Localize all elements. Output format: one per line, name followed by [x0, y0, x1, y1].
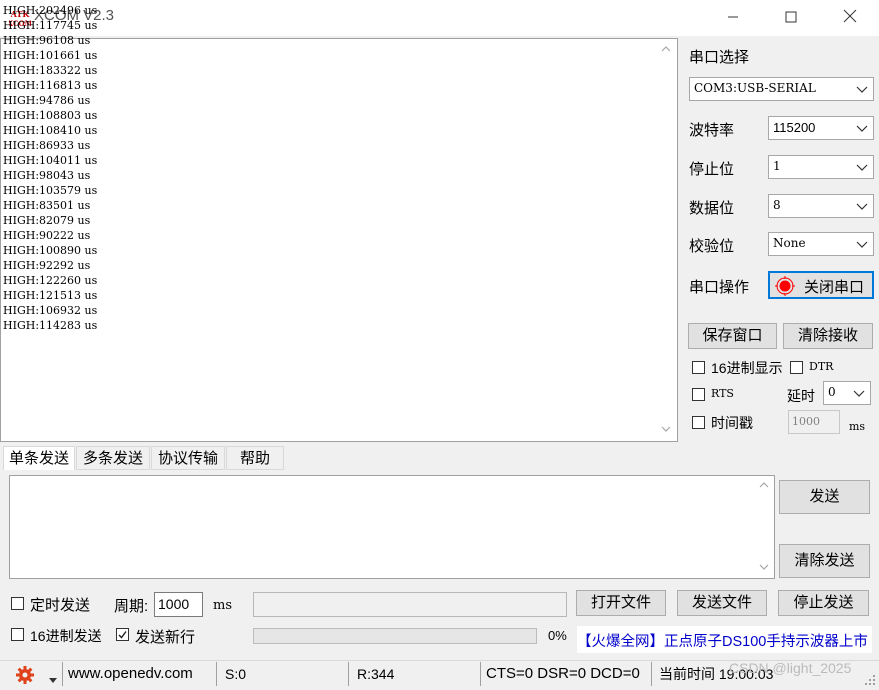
send-textarea[interactable] [9, 475, 775, 579]
maximize-icon[interactable] [769, 4, 813, 32]
stopbits-value: 1 [773, 159, 781, 173]
chevron-down-icon [856, 125, 868, 132]
scroll-down-icon [759, 564, 769, 570]
period-value: 1000 [158, 596, 190, 612]
check-icon [118, 631, 127, 639]
hex-send-label: 16进制发送 [30, 628, 102, 644]
baud-value: 115200 [773, 120, 816, 135]
send-file-button[interactable]: 发送文件 [677, 590, 767, 616]
receive-text: HIGH:202496 us HIGH:117745 us HIGH:96108… [3, 4, 98, 332]
chevron-down-icon [856, 203, 868, 210]
databits-value: 8 [773, 198, 781, 212]
status-separator [216, 662, 217, 686]
tab-help[interactable]: 帮助 [226, 446, 284, 470]
send-button[interactable]: 发送 [779, 480, 870, 514]
watermark: CSDN @light_2025 [729, 660, 852, 676]
status-separator [480, 662, 481, 686]
scroll-up-icon [661, 46, 671, 52]
status-lines: CTS=0 DSR=0 DCD=0 [486, 665, 640, 682]
status-separator [651, 662, 652, 686]
clear-send-button[interactable]: 清除发送 [779, 544, 870, 578]
tab-multi-send[interactable]: 多条发送 [76, 446, 150, 470]
newline-label: 发送新行 [135, 629, 196, 646]
chevron-down-icon [853, 390, 865, 397]
timestamp-value: 1000 [792, 415, 820, 428]
hex-send-checkbox[interactable] [11, 628, 24, 641]
tab-protocol[interactable]: 协议传输 [151, 446, 225, 470]
port-select[interactable]: COM3:USB-SERIAL [689, 77, 874, 101]
tab-single-send[interactable]: 单条发送 [3, 446, 75, 470]
parity-label: 校验位 [689, 238, 735, 255]
gear-icon[interactable] [14, 665, 36, 689]
stopbits-label: 停止位 [689, 161, 735, 178]
status-separator [348, 662, 349, 686]
newline-checkbox[interactable] [116, 628, 129, 641]
port-value: COM3:USB-SERIAL [694, 81, 816, 95]
send-progress-percent: 0% [548, 628, 567, 643]
timed-send-checkbox[interactable] [11, 597, 24, 610]
status-url[interactable]: www.openedv.com [68, 660, 193, 688]
status-sent: S:0 [225, 666, 247, 682]
chevron-down-icon [856, 86, 868, 93]
ad-link[interactable]: 【火爆全网】正点原子DS100手持示波器上市 [577, 630, 868, 651]
receive-scrollbar[interactable] [656, 40, 676, 440]
close-port-button[interactable]: 关闭串口 [768, 271, 874, 299]
period-label: 周期: [114, 598, 149, 615]
send-progress-bar [253, 628, 537, 644]
parity-value: None [773, 236, 806, 250]
port-status-icon [775, 276, 795, 296]
dtr-label: DTR [809, 360, 834, 373]
delay-select[interactable]: 0 [823, 381, 871, 405]
rts-label: RTS [711, 387, 734, 400]
send-scrollbar[interactable] [755, 476, 774, 578]
save-window-button[interactable]: 保存窗口 [688, 323, 777, 349]
operation-label: 串口操作 [689, 279, 750, 296]
open-file-button[interactable]: 打开文件 [576, 590, 666, 616]
hex-display-label: 16进制显示 [711, 360, 783, 376]
stopbits-select[interactable]: 1 [768, 155, 874, 179]
period-unit: ms [213, 598, 232, 613]
timestamp-checkbox[interactable] [692, 416, 705, 429]
minimize-icon[interactable] [711, 4, 755, 32]
scroll-down-icon [661, 426, 671, 432]
period-input[interactable]: 1000 [154, 592, 203, 617]
databits-select[interactable]: 8 [768, 194, 874, 218]
databits-label: 数据位 [689, 200, 735, 217]
dtr-checkbox[interactable] [790, 361, 803, 374]
hex-display-checkbox[interactable] [692, 361, 705, 374]
chevron-down-icon [856, 241, 868, 248]
clear-receive-button[interactable]: 清除接收 [783, 323, 873, 349]
stop-send-button[interactable]: 停止发送 [778, 590, 869, 616]
close-port-label: 关闭串口 [804, 279, 865, 296]
delay-value: 0 [828, 385, 836, 399]
chevron-down-icon [856, 164, 868, 171]
baud-select[interactable]: 115200 [768, 116, 874, 140]
delay-label: 延时 [787, 388, 815, 404]
baud-label: 波特率 [689, 122, 735, 139]
status-received: R:344 [357, 666, 395, 682]
close-icon[interactable] [828, 4, 872, 32]
rts-checkbox[interactable] [692, 388, 705, 401]
timestamp-label: 时间戳 [711, 415, 753, 431]
file-path-input[interactable] [253, 592, 567, 617]
parity-select[interactable]: None [768, 232, 874, 256]
status-separator [62, 662, 63, 686]
timestamp-unit: ms [849, 420, 866, 433]
scroll-up-icon [759, 482, 769, 488]
timed-send-label: 定时发送 [30, 597, 91, 614]
timestamp-input[interactable]: 1000 [788, 410, 840, 434]
settings-dropdown-icon[interactable] [49, 672, 57, 688]
port-select-label: 串口选择 [689, 49, 750, 66]
